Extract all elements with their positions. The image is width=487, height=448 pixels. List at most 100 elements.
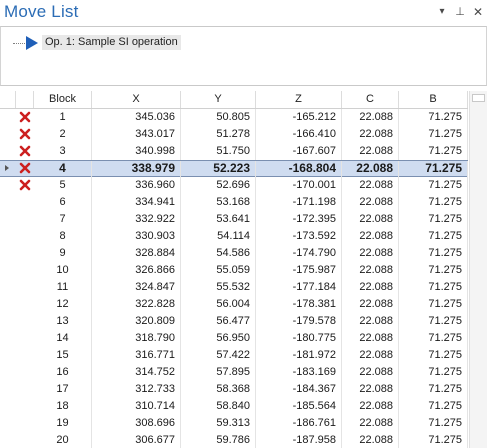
cell-x: 324.847 xyxy=(92,279,181,296)
cell-block: 18 xyxy=(34,398,92,415)
tree-item-operation[interactable]: Op. 1: Sample SI operation xyxy=(42,35,181,50)
cell-b: 71.275 xyxy=(399,262,468,279)
table-row[interactable]: 6 334.941 53.168 -171.198 22.088 71.275 xyxy=(0,194,468,211)
cell-x: 316.771 xyxy=(92,347,181,364)
cell-z: -167.607 xyxy=(256,143,342,160)
panel-menu-chevron-icon[interactable]: ▾ xyxy=(436,5,448,19)
cell-block: 2 xyxy=(34,126,92,143)
cell-y: 52.223 xyxy=(181,161,256,178)
cell-x: 330.903 xyxy=(92,228,181,245)
pin-icon[interactable]: ⊥ xyxy=(454,5,466,19)
cell-block: 14 xyxy=(34,330,92,347)
column-header-x[interactable]: X xyxy=(92,91,181,108)
cell-block: 20 xyxy=(34,432,92,448)
current-row-indicator-icon xyxy=(5,165,9,171)
cell-c: 22.088 xyxy=(342,364,399,381)
cell-c: 22.088 xyxy=(342,194,399,211)
table-row[interactable]: 19 308.696 59.313 -186.761 22.088 71.275 xyxy=(0,415,468,432)
cell-y: 52.696 xyxy=(181,177,256,194)
close-icon[interactable]: ✕ xyxy=(472,5,484,19)
red-x-icon xyxy=(19,162,31,174)
cell-x: 326.866 xyxy=(92,262,181,279)
cell-c: 22.088 xyxy=(342,177,399,194)
column-header-block[interactable]: Block xyxy=(34,91,92,108)
vertical-scrollbar[interactable] xyxy=(469,91,487,448)
column-header-blank xyxy=(0,91,16,108)
table-row[interactable]: 8 330.903 54.114 -173.592 22.088 71.275 xyxy=(0,228,468,245)
cell-c: 22.088 xyxy=(342,296,399,313)
table-row[interactable]: 16 314.752 57.895 -183.169 22.088 71.275 xyxy=(0,364,468,381)
table-row[interactable]: 15 316.771 57.422 -181.972 22.088 71.275 xyxy=(0,347,468,364)
red-x-icon xyxy=(19,145,31,157)
cell-c: 22.088 xyxy=(342,347,399,364)
cell-block: 16 xyxy=(34,364,92,381)
cell-block: 8 xyxy=(34,228,92,245)
cell-y: 57.895 xyxy=(181,364,256,381)
cell-z: -177.184 xyxy=(256,279,342,296)
cell-z: -178.381 xyxy=(256,296,342,313)
cell-c: 22.088 xyxy=(342,245,399,262)
cell-block: 12 xyxy=(34,296,92,313)
cell-b: 71.275 xyxy=(399,279,468,296)
table-row[interactable]: 20 306.677 59.786 -187.958 22.088 71.275 xyxy=(0,432,468,448)
table-row[interactable]: 14 318.790 56.950 -180.775 22.088 71.275 xyxy=(0,330,468,347)
cell-b: 71.275 xyxy=(399,245,468,262)
table-row[interactable]: 5 336.960 52.696 -170.001 22.088 71.275 xyxy=(0,177,468,194)
cell-z: -187.958 xyxy=(256,432,342,448)
cell-c: 22.088 xyxy=(342,109,399,126)
table-row[interactable]: 13 320.809 56.477 -179.578 22.088 71.275 xyxy=(0,313,468,330)
cell-z: -166.410 xyxy=(256,126,342,143)
table-row[interactable]: 18 310.714 58.840 -185.564 22.088 71.275 xyxy=(0,398,468,415)
scrollbar-thumb[interactable] xyxy=(472,94,485,102)
cell-y: 53.168 xyxy=(181,194,256,211)
cell-b: 71.275 xyxy=(399,313,468,330)
table-row[interactable]: 2 343.017 51.278 -166.410 22.088 71.275 xyxy=(0,126,468,143)
table-row[interactable]: 10 326.866 55.059 -175.987 22.088 71.275 xyxy=(0,262,468,279)
cell-y: 59.786 xyxy=(181,432,256,448)
cell-b: 71.275 xyxy=(399,194,468,211)
cell-block: 19 xyxy=(34,415,92,432)
column-header-b[interactable]: B xyxy=(399,91,468,108)
cell-block: 5 xyxy=(34,177,92,194)
column-header-z[interactable]: Z xyxy=(256,91,342,108)
cell-block: 15 xyxy=(34,347,92,364)
table-row[interactable]: 9 328.884 54.586 -174.790 22.088 71.275 xyxy=(0,245,468,262)
cell-b: 71.275 xyxy=(399,126,468,143)
red-x-icon xyxy=(19,111,31,123)
column-header-y[interactable]: Y xyxy=(181,91,256,108)
cell-block: 11 xyxy=(34,279,92,296)
cell-z: -175.987 xyxy=(256,262,342,279)
cell-y: 54.586 xyxy=(181,245,256,262)
table-row[interactable]: 3 340.998 51.750 -167.607 22.088 71.275 xyxy=(0,143,468,160)
cell-x: 314.752 xyxy=(92,364,181,381)
table-row[interactable]: 7 332.922 53.641 -172.395 22.088 71.275 xyxy=(0,211,468,228)
operation-tree: Op. 1: Sample SI operation xyxy=(0,26,487,86)
cell-b: 71.275 xyxy=(399,109,468,126)
cell-y: 56.950 xyxy=(181,330,256,347)
cell-z: -174.790 xyxy=(256,245,342,262)
red-x-icon xyxy=(19,179,31,191)
cell-block: 6 xyxy=(34,194,92,211)
cell-z: -179.578 xyxy=(256,313,342,330)
cell-c: 22.088 xyxy=(342,262,399,279)
play-arrow-icon xyxy=(26,36,38,50)
cell-b: 71.275 xyxy=(399,398,468,415)
cell-b: 71.275 xyxy=(399,364,468,381)
cell-z: -172.395 xyxy=(256,211,342,228)
table-row[interactable]: 12 322.828 56.004 -178.381 22.088 71.275 xyxy=(0,296,468,313)
cell-y: 54.114 xyxy=(181,228,256,245)
table-row[interactable]: 11 324.847 55.532 -177.184 22.088 71.275 xyxy=(0,279,468,296)
cell-block: 10 xyxy=(34,262,92,279)
table-row[interactable]: 1 345.036 50.805 -165.212 22.088 71.275 xyxy=(0,109,468,126)
cell-b: 71.275 xyxy=(399,347,468,364)
column-header-blank xyxy=(16,91,34,108)
move-list-grid: Block X Y Z C B 1 345.036 50.805 -165.212 22.088 7… xyxy=(0,91,468,448)
cell-x: 336.960 xyxy=(92,177,181,194)
column-header-c[interactable]: C xyxy=(342,91,399,108)
table-row[interactable]: 17 312.733 58.368 -184.367 22.088 71.275 xyxy=(0,381,468,398)
tree-connector-line xyxy=(13,43,27,44)
cell-b: 71.275 xyxy=(399,228,468,245)
table-row-selected[interactable]: 4 338.979 52.223 -168.804 22.088 71.275 xyxy=(0,160,468,178)
cell-y: 57.422 xyxy=(181,347,256,364)
cell-b: 71.275 xyxy=(399,296,468,313)
